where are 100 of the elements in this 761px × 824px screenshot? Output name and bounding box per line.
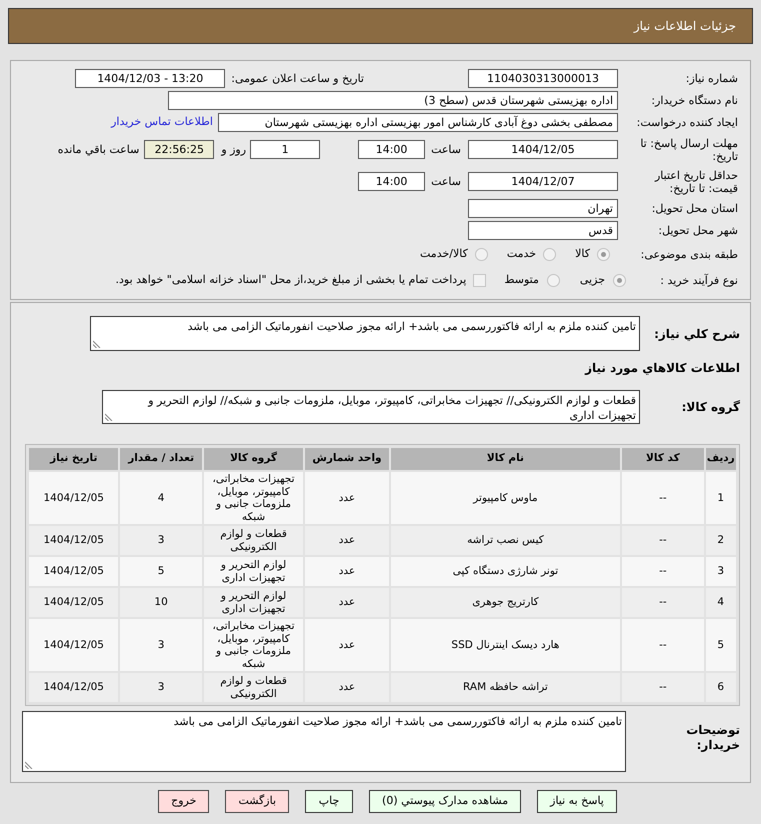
table-cell: 3 [120,526,202,555]
table-cell: 10 [120,588,202,617]
table-cell: عدد [305,472,389,524]
table-cell: تجهیزات مخابراتی، کامپیوتر، موبایل، ملزومات جانبی و شبکه [204,619,304,671]
action-button[interactable]: چاپ [305,790,354,813]
table-cell: کیس نصب تراشه [390,526,620,555]
field-label: حداقل تاریخ اعتبار قیمت: تا تاریخ: [654,168,738,194]
action-button[interactable]: خروج [158,790,210,813]
field-label: تاریخ و ساعت اعلان عمومی: [231,72,364,85]
table-cell: -- [622,472,704,524]
field-label: روز و [221,143,246,156]
text-area-text: قطعات و لوازم الکترونیکی// تجهیزات مخابراتی، کامپیوتر، موبایل، ملزومات جانبی و شبکه// لوازم التحریر و تجهیزات اداری [148,394,636,422]
option-label: پرداخت تمام یا بخشی از مبلغ خرید،از محل "اسناد خزانه اسلامی" خواهد بود. [116,272,466,288]
option-label: کالا [575,246,590,262]
field-label: شماره نیاز: [684,72,738,85]
field-label: ساعت [431,175,461,188]
table-cell: قطعات و لوازم الکترونیکی [204,673,304,702]
table-cell: تجهیزات مخابراتی، کامپیوتر، موبایل، ملزومات جانبی و شبکه [204,472,304,524]
field-label: ساعت باقي مانده [58,143,140,156]
input-field[interactable]: قدس [468,221,618,240]
option-label: جزیی [580,272,605,288]
input-field[interactable]: اداره بهزیستی شهرستان قدس (سطح 3) [168,91,618,110]
table-cell: 1404/12/05 [29,673,118,702]
table-cell: 1404/12/05 [29,557,118,586]
table-cell: تراشه حافظه RAM [390,673,620,702]
text-area[interactable]: قطعات و لوازم الکترونیکی// تجهیزات مخابراتی، کامپیوتر، موبایل، ملزومات جانبی و شبکه// لوازم التحریر و تجهیزات اداری [102,390,640,424]
column-header: گروه کالا [204,448,304,470]
option-label: متوسط [504,272,539,288]
field-label: مهلت ارسال پاسخ: تا تاریخ: [639,136,738,162]
input-field[interactable]: 1404/12/05 [468,140,618,159]
table-cell: 1404/12/05 [29,619,118,671]
column-header: واحد شمارش [305,448,389,470]
text-area[interactable]: تامین کننده ملزم به ارائه فاکتوررسمی می باشد+ ارائه مجوز صلاحیت انفورماتیک الزامی می باشد [90,316,640,351]
column-header: کد کالا [622,448,704,470]
table-cell: هارد دیسک اینترنال SSD [390,619,620,671]
input-field[interactable]: مصطفی بخشی دوغ آبادی کارشناس امور بهزیستی اداره بهزیستی شهرستان [218,113,618,132]
table-cell: 3 [120,673,202,702]
field-label: استان محل تحویل: [650,202,738,215]
table-cell: -- [622,557,704,586]
table-cell: لوازم التحریر و تجهیزات اداری [204,588,304,617]
field-label: نام دستگاه خریدار: [650,94,738,107]
text-area[interactable]: تامین کننده ملزم به ارائه فاکتوررسمی می باشد+ ارائه مجوز صلاحیت انفورماتیک الزامی می باشد [22,711,626,772]
input-field[interactable]: 22:56:25 [144,140,214,159]
table-cell: 1404/12/05 [29,588,118,617]
buyer-contact-link[interactable]: اطلاعات تماس خریدار [111,114,213,131]
table-cell: 5 [706,619,736,671]
table-cell: 2 [706,526,736,555]
action-button[interactable]: بازگشت [225,790,290,813]
table-cell: -- [622,673,704,702]
table-cell: عدد [305,588,389,617]
table-cell: 3 [120,619,202,671]
table-cell: عدد [305,526,389,555]
page-title: جزئیات اطلاعات نیاز [634,18,736,35]
input-field[interactable]: 1104030313000013 [468,69,618,88]
resize-grip-icon[interactable] [93,340,101,348]
input-field[interactable]: 1404/12/07 [468,172,618,191]
table-cell: عدد [305,619,389,671]
table-cell: 4 [120,472,202,524]
column-header: تعداد / مقدار [120,448,202,470]
resize-grip-icon[interactable] [25,761,33,769]
section-heading: اطلاعات کالاهاي مورد نیاز [585,360,740,377]
field-label: طبقه بندی موضوعی: [640,248,738,261]
resize-grip-icon[interactable] [105,413,113,421]
table-cell: -- [622,619,704,671]
column-header: نام کالا [390,448,620,470]
field-label: ایجاد کننده درخواست: [636,116,738,129]
table-cell: -- [622,588,704,617]
input-field[interactable]: 14:00 [358,140,426,159]
table-cell: 3 [706,557,736,586]
section-label: گروه کالا: [680,399,740,416]
field-label: نوع فرآیند خرید : [659,274,738,287]
table-cell: 6 [706,673,736,702]
table-cell: 1404/12/05 [29,472,118,524]
table-cell: لوازم التحریر و تجهیزات اداری [204,557,304,586]
table-cell: 1 [706,472,736,524]
text-area-text: تامین کننده ملزم به ارائه فاکتوررسمی می باشد+ ارائه مجوز صلاحیت انفورماتیک الزامی می باشد [174,715,622,728]
table-cell: 1404/12/05 [29,526,118,555]
column-header: ردیف [706,448,736,470]
field-label: شهر محل تحویل: [657,224,738,237]
table-cell: تونر شارژی دستگاه کپی [390,557,620,586]
table-cell: -- [622,526,704,555]
text-area-text: تامین کننده ملزم به ارائه فاکتوررسمی می باشد+ ارائه مجوز صلاحیت انفورماتیک الزامی می باشد [188,320,636,333]
input-field[interactable]: 1 [250,140,320,159]
option-label: خدمت [506,246,536,262]
action-button[interactable]: پاسخ به نیاز [537,790,617,813]
table-cell: عدد [305,673,389,702]
section-label: توضیحات خریدار: [685,722,740,753]
field-label: ساعت [431,143,461,156]
input-field[interactable]: 14:00 [358,172,426,191]
table-cell: عدد [305,557,389,586]
section-label: شرح کلي نیاز: [653,326,740,342]
input-field[interactable]: تهران [468,199,618,218]
action-button[interactable]: مشاهده مدارک پیوستي (0) [369,790,522,813]
table-cell: 4 [706,588,736,617]
table-cell: کارتریج جوهری [390,588,620,617]
table-cell: قطعات و لوازم الکترونیکی [204,526,304,555]
column-header: تاریخ نیاز [29,448,118,470]
option-label: کالا/خدمت [420,246,468,262]
input-field[interactable]: 1404/12/03 - 13:20 [75,69,226,88]
table-cell: ماوس کامپیوتر [390,472,620,524]
